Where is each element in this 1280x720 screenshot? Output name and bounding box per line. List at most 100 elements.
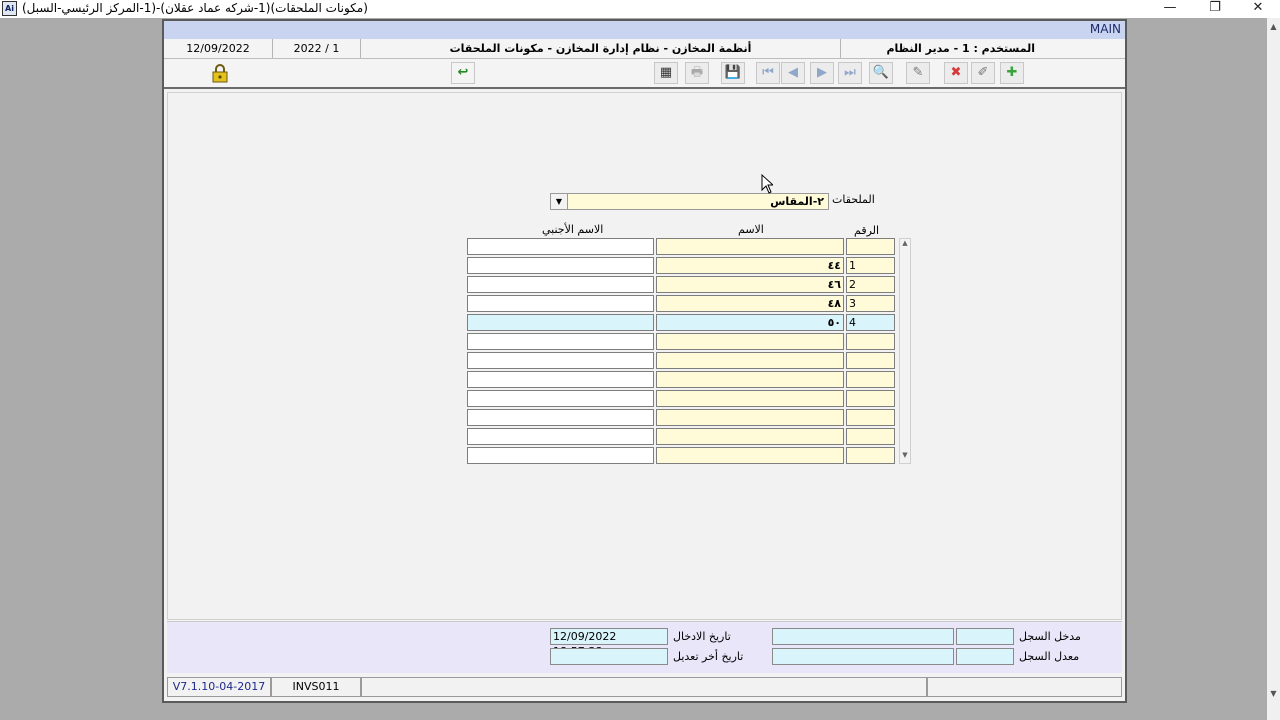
foreign-name-cell[interactable] [467,333,654,350]
foreign-name-cell[interactable] [467,238,654,255]
number-cell[interactable] [846,409,895,426]
version-label: V7.1.10-04-2017 [167,677,271,697]
table-row[interactable] [467,428,897,445]
modify-date-label: تاريخ أخر تعديل [673,650,744,663]
record-modifier-label: معدل السجل [1019,650,1080,663]
foreign-name-cell[interactable] [467,276,654,293]
previous-record-button[interactable]: ◀ [781,62,805,84]
delete-button[interactable]: ✖ [944,62,968,84]
name-cell[interactable]: ٤٨ [656,295,844,312]
record-entry-name-field[interactable] [772,628,954,645]
number-cell[interactable] [846,371,895,388]
first-record-button[interactable]: ⏮ [756,62,780,84]
name-cell[interactable]: ٤٦ [656,276,844,293]
table-row[interactable]: ٥٠ 4 [467,314,897,331]
foreign-name-cell[interactable] [467,371,654,388]
number-cell[interactable] [846,428,895,445]
last-record-button[interactable]: ⏭ [838,62,862,84]
minimize-button[interactable]: — [1150,0,1190,18]
name-cell[interactable] [656,447,844,464]
number-cell[interactable] [846,390,895,407]
save-button[interactable]: 💾 [721,62,745,84]
table-row[interactable] [467,447,897,464]
number-cell[interactable] [846,238,895,255]
chevron-down-icon[interactable]: ▼ [551,194,568,209]
modify-date-field[interactable] [550,648,668,665]
first-record-icon: ⏮ [762,65,774,80]
restore-button[interactable]: ❐ [1195,0,1235,18]
foreign-name-cell[interactable] [467,352,654,369]
name-cell[interactable]: ٥٠ [656,314,844,331]
attachments-value: ٢-المقاس [770,195,824,208]
attachments-select[interactable]: ▼ ٢-المقاس [550,193,829,210]
record-entry-id-field[interactable] [956,628,1014,645]
print-button[interactable]: 🖶 [685,62,709,84]
add-button[interactable]: ✚ [1000,62,1024,84]
status-extra [927,677,1122,697]
table-row[interactable] [467,352,897,369]
foreign-name-cell[interactable] [467,257,654,274]
back-button[interactable]: ↩ [451,62,475,84]
table-row[interactable]: ٤٨ 3 [467,295,897,312]
foreign-name-cell[interactable] [467,409,654,426]
name-cell[interactable] [656,428,844,445]
grid-scrollbar[interactable]: ▲ ▼ [899,238,911,464]
record-modifier-name-field[interactable] [772,648,954,665]
edit-button[interactable]: ✎ [906,62,930,84]
number-cell[interactable]: 2 [846,276,895,293]
foreign-name-cell[interactable] [467,428,654,445]
app-icon[interactable]: Ai [2,1,17,16]
fiscal-period: 2022 / 1 [272,39,360,58]
table-row[interactable] [467,333,897,350]
foreign-name-cell[interactable] [467,314,654,331]
entry-date-field[interactable]: 12/09/2022 18:57:38 [550,628,668,658]
screen-code-label: INVS011 [271,677,361,697]
mouse-cursor-icon [761,174,773,194]
table-row[interactable] [467,409,897,426]
scroll-down-icon[interactable]: ▼ [900,451,910,463]
save-icon: 💾 [724,65,742,80]
number-cell[interactable]: 3 [846,295,895,312]
foreign-name-cell[interactable] [467,295,654,312]
column-header-foreign-name: الاسم الأجنبي [542,223,604,236]
table-row[interactable] [467,371,897,388]
number-cell[interactable] [846,352,895,369]
name-cell[interactable] [656,409,844,426]
export-button[interactable]: ▦ [654,62,678,84]
close-button[interactable]: ✕ [1238,0,1278,18]
record-info-footer: 12/09/2022 18:57:38 تاريخ الادخال تاريخ … [167,621,1122,673]
modify-button[interactable]: ✐ [971,62,995,84]
back-arrow-icon: ↩ [457,65,469,80]
table-row[interactable]: ٤٦ 2 [467,276,897,293]
name-cell[interactable]: ٤٤ [656,257,844,274]
window-title: (مكونات الملحقات)(1-شركه عماد عقلان)-(1-… [22,1,368,15]
current-user: المستخدم : 1 - مدير النظام [840,39,1125,58]
lock-button[interactable] [208,62,232,84]
number-cell[interactable] [846,447,895,464]
name-cell[interactable] [656,238,844,255]
table-row[interactable] [467,390,897,407]
number-cell[interactable]: 4 [846,314,895,331]
search-button[interactable]: 🔍 [869,62,893,84]
scroll-down-icon[interactable]: ▼ [1267,689,1280,698]
table-row[interactable]: ٤٤ 1 [467,257,897,274]
current-date: 12/09/2022 [186,42,250,55]
name-cell[interactable] [656,390,844,407]
scroll-up-icon[interactable]: ▲ [1267,22,1280,31]
name-cell[interactable] [656,352,844,369]
name-cell[interactable] [656,333,844,350]
outer-vertical-scrollbar[interactable]: ▲ ▼ [1267,18,1280,720]
attachments-label: الملحقات [832,193,875,206]
window-titlebar: Ai (مكونات الملحقات)(1-شركه عماد عقلان)-… [0,0,1280,18]
record-modifier-id-field[interactable] [956,648,1014,665]
column-header-number: الرقم [854,224,880,237]
scroll-up-icon[interactable]: ▲ [900,239,910,251]
number-cell[interactable]: 1 [846,257,895,274]
number-cell[interactable] [846,333,895,350]
foreign-name-cell[interactable] [467,447,654,464]
entry-date-label: تاريخ الادخال [673,630,731,643]
next-record-button[interactable]: ▶ [810,62,834,84]
table-row[interactable] [467,238,897,255]
foreign-name-cell[interactable] [467,390,654,407]
name-cell[interactable] [656,371,844,388]
